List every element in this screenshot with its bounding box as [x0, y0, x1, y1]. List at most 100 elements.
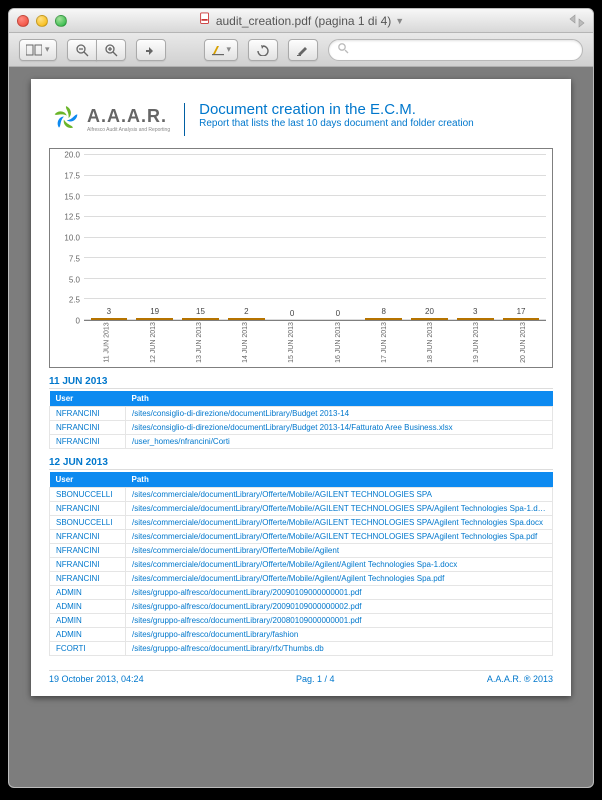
- table-row: NFRANCINI/sites/commerciale/documentLibr…: [50, 544, 553, 558]
- footer-page: Pag. 1 / 4: [296, 674, 335, 684]
- chart-bar: [457, 318, 494, 320]
- zoom-in-button[interactable]: [96, 39, 126, 61]
- bar-value-label: 3: [107, 307, 111, 316]
- search-field[interactable]: [328, 39, 583, 61]
- x-axis-label: 19 JUN 2013: [473, 322, 480, 363]
- cell-user: NFRANCINI: [50, 572, 126, 586]
- table-row: NFRANCINI/sites/commerciale/documentLibr…: [50, 558, 553, 572]
- logo-text: A.A.A.R.: [87, 106, 170, 127]
- bar-value-label: 17: [517, 307, 526, 316]
- x-axis-label: 17 JUN 2013: [381, 322, 388, 363]
- table-row: NFRANCINI/sites/commerciale/documentLibr…: [50, 572, 553, 586]
- y-axis-tick: 20.0: [52, 151, 80, 160]
- chart-bar: [91, 318, 128, 320]
- y-axis-tick: 17.5: [52, 171, 80, 180]
- table-header: User: [50, 391, 126, 407]
- cell-path: /sites/commerciale/documentLibrary/Offer…: [126, 502, 553, 516]
- highlight-button[interactable]: ▾: [204, 39, 239, 61]
- cell-path: /sites/gruppo-alfresco/documentLibrary/2…: [126, 614, 553, 628]
- cell-user: NFRANCINI: [50, 435, 126, 449]
- cell-path: /sites/gruppo-alfresco/documentLibrary/f…: [126, 628, 553, 642]
- section-heading: 11 JUN 2013: [49, 376, 553, 389]
- creation-bar-chart: 31915200820317 11 JUN 201312 JUN 201313 …: [49, 148, 553, 368]
- cell-path: /sites/commerciale/documentLibrary/Offer…: [126, 572, 553, 586]
- report-header: A.A.A.R. Alfresco Audit Analysis and Rep…: [49, 101, 553, 138]
- chart-bar: [136, 318, 173, 320]
- share-button[interactable]: [136, 39, 166, 61]
- chart-bar: [228, 318, 265, 320]
- aaar-logo-icon: [49, 101, 83, 138]
- table-row: ADMIN/sites/gruppo-alfresco/documentLibr…: [50, 586, 553, 600]
- table-row: NFRANCINI/sites/consiglio-di-direzione/d…: [50, 421, 553, 435]
- chart-bar: [365, 318, 402, 320]
- x-axis-label: 18 JUN 2013: [427, 322, 434, 363]
- table-header: Path: [126, 472, 553, 488]
- table-row: SBONUCCELLI/sites/commerciale/documentLi…: [50, 516, 553, 530]
- cell-path: /sites/commerciale/documentLibrary/Offer…: [126, 544, 553, 558]
- cell-path: /sites/gruppo-alfresco/documentLibrary/2…: [126, 586, 553, 600]
- pdf-page: A.A.A.R. Alfresco Audit Analysis and Rep…: [31, 79, 571, 696]
- pdf-viewer-window: audit_creation.pdf (pagina 1 di 4) ▼ ▾: [8, 8, 594, 788]
- cell-path: /sites/commerciale/documentLibrary/Offer…: [126, 516, 553, 530]
- report-title: Document creation in the E.C.M.: [199, 101, 474, 118]
- cell-path: /sites/commerciale/documentLibrary/Offer…: [126, 488, 553, 502]
- bar-value-label: 19: [150, 307, 159, 316]
- close-window-button[interactable]: [17, 15, 29, 27]
- chart-bar: [182, 318, 219, 320]
- cell-path: /sites/commerciale/documentLibrary/Offer…: [126, 558, 553, 572]
- y-axis-tick: 12.5: [52, 213, 80, 222]
- bar-value-label: 20: [425, 307, 434, 316]
- table-header: Path: [126, 391, 553, 407]
- x-axis-label: 14 JUN 2013: [242, 322, 249, 363]
- y-axis-tick: 5.0: [52, 275, 80, 284]
- y-axis-tick: 7.5: [52, 254, 80, 263]
- cell-path: /sites/gruppo-alfresco/documentLibrary/r…: [126, 642, 553, 656]
- view-mode-button[interactable]: ▾: [19, 39, 57, 61]
- table-row: ADMIN/sites/gruppo-alfresco/documentLibr…: [50, 614, 553, 628]
- zoom-out-button[interactable]: [67, 39, 97, 61]
- cell-user: NFRANCINI: [50, 530, 126, 544]
- window-title: audit_creation.pdf (pagina 1 di 4): [216, 14, 391, 28]
- rotate-button[interactable]: [248, 39, 278, 61]
- table-row: NFRANCINI/sites/consiglio-di-direzione/d…: [50, 407, 553, 421]
- bar-value-label: 3: [473, 307, 477, 316]
- cell-user: NFRANCINI: [50, 502, 126, 516]
- x-axis-label: 11 JUN 2013: [104, 322, 111, 362]
- cell-path: /sites/commerciale/documentLibrary/Offer…: [126, 530, 553, 544]
- title-dropdown-icon[interactable]: ▼: [395, 16, 404, 26]
- cell-user: ADMIN: [50, 586, 126, 600]
- logo-subtitle: Alfresco Audit Analysis and Reporting: [87, 127, 170, 133]
- cell-path: /sites/consiglio-di-direzione/documentLi…: [126, 421, 553, 435]
- cell-path: /user_homes/nfrancini/Corti: [126, 435, 553, 449]
- cell-user: SBONUCCELLI: [50, 516, 126, 530]
- x-axis-label: 13 JUN 2013: [196, 322, 203, 363]
- markup-button[interactable]: [288, 39, 318, 61]
- report-subtitle: Report that lists the last 10 days docum…: [199, 118, 474, 129]
- table-row: NFRANCINI/sites/commerciale/documentLibr…: [50, 530, 553, 544]
- x-axis-label: 16 JUN 2013: [335, 322, 342, 363]
- header-divider: [184, 103, 185, 136]
- minimize-window-button[interactable]: [36, 15, 48, 27]
- x-axis-label: 20 JUN 2013: [519, 322, 526, 363]
- table-row: ADMIN/sites/gruppo-alfresco/documentLibr…: [50, 628, 553, 642]
- cell-user: NFRANCINI: [50, 421, 126, 435]
- audit-table: UserPathNFRANCINI/sites/consiglio-di-dir…: [49, 391, 553, 449]
- table-row: FCORTI/sites/gruppo-alfresco/documentLib…: [50, 642, 553, 656]
- page-footer: 19 October 2013, 04:24 Pag. 1 / 4 A.A.A.…: [49, 670, 553, 684]
- bar-value-label: 8: [381, 307, 385, 316]
- fullscreen-icon[interactable]: [569, 14, 585, 28]
- table-row: NFRANCINI/sites/commerciale/documentLibr…: [50, 502, 553, 516]
- zoom-window-button[interactable]: [55, 15, 67, 27]
- table-header: User: [50, 472, 126, 488]
- y-axis-tick: 0: [52, 317, 80, 326]
- table-row: SBONUCCELLI/sites/commerciale/documentLi…: [50, 488, 553, 502]
- document-viewport[interactable]: A.A.A.R. Alfresco Audit Analysis and Rep…: [9, 67, 593, 787]
- audit-table: UserPathSBONUCCELLI/sites/commerciale/do…: [49, 472, 553, 656]
- cell-user: NFRANCINI: [50, 407, 126, 421]
- bar-value-label: 15: [196, 307, 205, 316]
- title-bar[interactable]: audit_creation.pdf (pagina 1 di 4) ▼: [9, 9, 593, 33]
- bar-value-label: 0: [336, 309, 340, 318]
- chart-bar: [411, 318, 448, 320]
- cell-user: NFRANCINI: [50, 558, 126, 572]
- cell-user: ADMIN: [50, 614, 126, 628]
